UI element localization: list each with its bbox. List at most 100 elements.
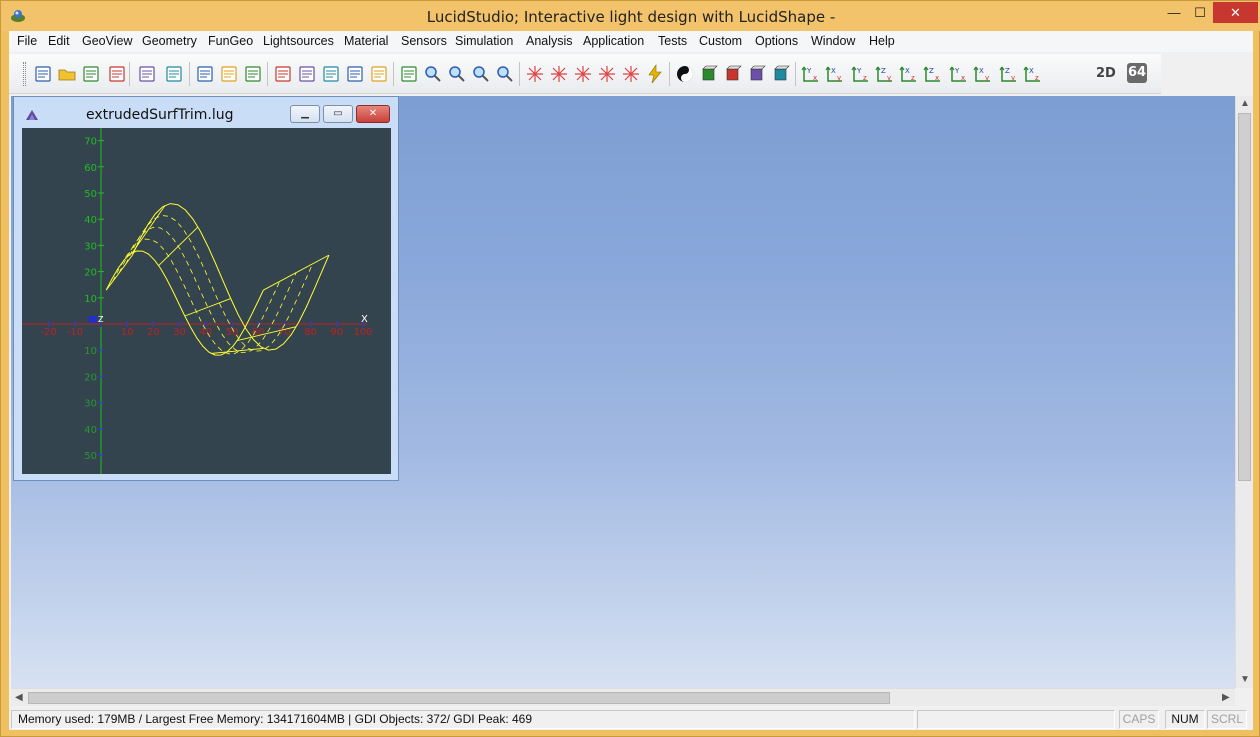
axis-xy-icon[interactable]: Xy xyxy=(825,64,845,84)
title-bar[interactable]: LucidStudio; Interactive light design wi… xyxy=(1,1,1260,31)
svg-text:z: z xyxy=(1035,74,1039,82)
toolbar-64-button[interactable]: 64 xyxy=(1127,63,1147,83)
maximize-button[interactable]: ☐ xyxy=(1187,2,1213,23)
axis-xzz-icon[interactable]: Xz xyxy=(1023,64,1043,84)
print-icon[interactable] xyxy=(164,64,184,84)
svg-text:X: X xyxy=(1029,67,1034,75)
menu-sensors[interactable]: Sensors xyxy=(401,34,447,48)
axis-yz-icon[interactable]: Yz xyxy=(851,64,871,84)
x-tick-label: -10 xyxy=(67,327,83,338)
child-maximize-button[interactable]: ▭ xyxy=(323,105,353,123)
vertical-scroll-thumb[interactable] xyxy=(1238,113,1251,481)
toolbar-separator xyxy=(267,62,268,86)
geometry-viewport[interactable]: -20 -10 10 20 30 40 50 60 70 80 90 100 10 20 30 40 50 60 7… xyxy=(22,128,391,474)
x-tick-label: 40 xyxy=(199,327,212,338)
y-tick-label: 20 xyxy=(84,268,97,279)
svg-text:y: y xyxy=(985,74,989,82)
toolbar-grip[interactable] xyxy=(23,62,26,86)
scroll-right-arrow[interactable]: ▶ xyxy=(1222,692,1230,703)
mesh-icon[interactable] xyxy=(525,64,545,84)
shape-view-icon[interactable] xyxy=(297,64,317,84)
false-color-view-icon[interactable] xyxy=(345,64,365,84)
axis-zyx-icon[interactable]: Zy xyxy=(999,64,1019,84)
svg-text:X: X xyxy=(831,67,836,75)
open-file-icon[interactable] xyxy=(137,64,157,84)
tile-vertical-icon[interactable] xyxy=(219,64,239,84)
zoom-all-icon[interactable] xyxy=(447,64,467,84)
axis-yx2-icon[interactable]: Yx xyxy=(949,64,969,84)
vertical-scrollbar[interactable]: ▲ ▼ xyxy=(1235,96,1253,688)
app-window: LucidStudio; Interactive light design wi… xyxy=(0,0,1260,737)
toolbar-separator xyxy=(519,62,520,86)
lightning-icon[interactable] xyxy=(645,64,665,84)
zoom-out-icon[interactable] xyxy=(495,64,515,84)
cube-shuffle-icon[interactable] xyxy=(771,64,791,84)
import-icon[interactable] xyxy=(107,64,127,84)
menu-analysis[interactable]: Analysis xyxy=(526,34,573,48)
mesh-r-icon[interactable] xyxy=(573,64,593,84)
geometry-view-icon[interactable] xyxy=(273,64,293,84)
memory-status: Memory used: 179MB / Largest Free Memory… xyxy=(11,710,915,729)
tile-horizontal-icon[interactable] xyxy=(243,64,263,84)
scroll-up-arrow[interactable]: ▲ xyxy=(1240,98,1250,109)
num-indicator: NUM xyxy=(1165,710,1205,729)
plot-view-icon[interactable] xyxy=(321,64,341,84)
svg-text:Y: Y xyxy=(954,67,960,75)
add-geometry-icon[interactable] xyxy=(81,64,101,84)
wire-cube-icon[interactable] xyxy=(723,64,743,84)
svg-text:Z: Z xyxy=(881,67,886,75)
menu-geoview[interactable]: GeoView xyxy=(82,34,133,48)
surface-plot[interactable]: -20 -10 10 20 30 40 50 60 70 80 90 1001020304050607… xyxy=(22,128,391,474)
solid-cube-icon[interactable] xyxy=(699,64,719,84)
scroll-down-arrow[interactable]: ▼ xyxy=(1240,674,1250,685)
open-folder-icon[interactable] xyxy=(57,64,77,84)
menu-custom[interactable]: Custom xyxy=(699,34,742,48)
axis-xyz-icon[interactable]: Xy xyxy=(973,64,993,84)
minimize-button[interactable]: — xyxy=(1161,2,1187,23)
child-minimize-button[interactable]: ▁ xyxy=(290,105,320,123)
status-bar: Memory used: 179MB / Largest Free Memory… xyxy=(9,708,1253,730)
close-button[interactable]: ✕ xyxy=(1213,2,1258,23)
cascade-windows-icon[interactable] xyxy=(195,64,215,84)
axis-zy-icon[interactable]: Zy xyxy=(875,64,895,84)
menu-application[interactable]: Application xyxy=(583,34,644,48)
child-close-button[interactable]: ✕ xyxy=(356,105,390,123)
menu-material[interactable]: Material xyxy=(344,34,388,48)
toolbar-2d-button[interactable]: 2D xyxy=(1096,66,1116,81)
zoom-fit-icon[interactable] xyxy=(423,64,443,84)
menu-tests[interactable]: Tests xyxy=(658,34,687,48)
menu-geometry[interactable]: Geometry xyxy=(142,34,197,48)
delete-x-icon[interactable] xyxy=(621,64,641,84)
menu-edit[interactable]: Edit xyxy=(48,34,70,48)
menu-help[interactable]: Help xyxy=(869,34,895,48)
yin-yang-icon[interactable] xyxy=(675,64,695,84)
y-tick-label: 10 xyxy=(84,346,97,357)
color-cube-icon[interactable] xyxy=(747,64,767,84)
y-tick-label: 40 xyxy=(84,215,97,226)
axis-zx-icon[interactable]: Zx xyxy=(923,64,943,84)
document-window[interactable]: extrudedSurfTrim.lug ▁ ▭ ✕ -20 -10 10 20 30 4… xyxy=(13,96,399,481)
delete-mesh-icon[interactable] xyxy=(597,64,617,84)
table-view-icon[interactable] xyxy=(369,64,389,84)
axis-yx-icon[interactable]: Yx xyxy=(801,64,821,84)
horizontal-scroll-thumb[interactable] xyxy=(28,692,890,704)
menu-window[interactable]: Window xyxy=(811,34,855,48)
svg-text:x: x xyxy=(813,74,817,82)
main-toolbar: 2D 64 YxXyYzZyXzZxYxXyZyXz xyxy=(9,54,1161,94)
menu-lightsources[interactable]: Lightsources xyxy=(263,34,334,48)
menu-options[interactable]: Options xyxy=(755,34,798,48)
y-tick-label: 50 xyxy=(84,189,97,200)
menu-file[interactable]: File xyxy=(17,34,37,48)
svg-text:Y: Y xyxy=(806,67,812,75)
y-tick-label: 30 xyxy=(84,241,97,252)
x-tick-label: 10 xyxy=(121,327,134,338)
scroll-left-arrow[interactable]: ◀ xyxy=(15,692,23,703)
axis-xz-icon[interactable]: Xz xyxy=(899,64,919,84)
zoom-in-icon[interactable] xyxy=(471,64,491,84)
report-icon[interactable] xyxy=(399,64,419,84)
mesh-m-icon[interactable] xyxy=(549,64,569,84)
menu-fungeo[interactable]: FunGeo xyxy=(208,34,253,48)
new-document-icon[interactable] xyxy=(33,64,53,84)
menu-simulation[interactable]: Simulation xyxy=(455,34,513,48)
horizontal-scrollbar[interactable]: ◀ ▶ xyxy=(11,688,1235,706)
